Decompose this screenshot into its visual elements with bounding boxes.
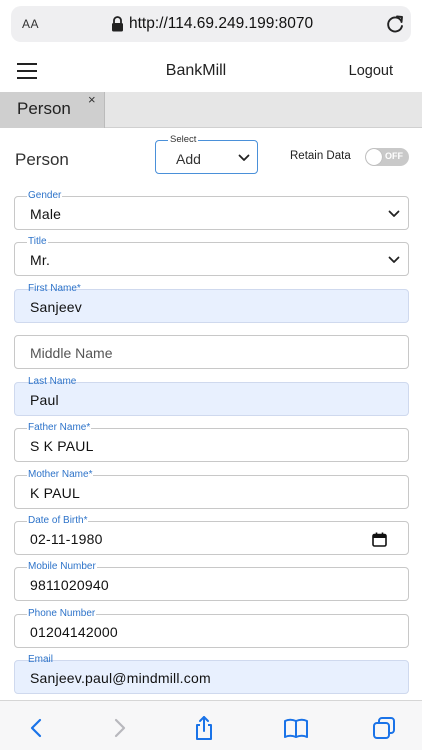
mobile-number-label: Mobile Number xyxy=(27,561,97,573)
title-label: Title xyxy=(27,236,48,248)
middle-name-placeholder: Middle Name xyxy=(30,345,113,361)
mother-name-value: K PAUL xyxy=(30,485,80,501)
mobile-number-field[interactable]: Mobile Number 9811020940 xyxy=(14,561,409,601)
close-icon[interactable]: × xyxy=(88,92,96,107)
title-value: Mr. xyxy=(30,252,51,268)
father-name-label: Father Name* xyxy=(27,422,92,434)
back-icon[interactable] xyxy=(24,715,50,741)
last-name-field[interactable]: Last Name Paul xyxy=(14,376,409,416)
last-name-value: Paul xyxy=(30,392,59,408)
brand-title: BankMill xyxy=(165,62,227,79)
toggle-state-text: OFF xyxy=(385,151,403,161)
email-field[interactable]: Email Sanjeev.paul@mindmill.com xyxy=(14,654,409,694)
app-header: BankMill Logout xyxy=(0,50,422,92)
text-size-button[interactable]: AA xyxy=(22,17,39,31)
father-name-field[interactable]: Father Name* S K PAUL xyxy=(14,422,409,462)
chevron-down-icon xyxy=(238,154,250,161)
toggle-knob xyxy=(366,149,382,165)
retain-data-toggle[interactable]: OFF xyxy=(365,148,409,166)
first-name-label: First Name* xyxy=(28,283,81,294)
phone-number-label: Phone Number xyxy=(27,608,97,620)
email-label: Email xyxy=(28,654,54,665)
gender-label: Gender xyxy=(27,190,63,202)
tab-label: Person xyxy=(17,99,71,118)
last-name-label: Last Name xyxy=(28,376,77,387)
email-value: Sanjeev.paul@mindmill.com xyxy=(30,670,211,686)
gender-value: Male xyxy=(30,206,62,222)
mother-name-field[interactable]: Mother Name* K PAUL xyxy=(14,469,409,509)
tabs-icon[interactable] xyxy=(371,715,397,741)
date-of-birth-label: Date of Birth* xyxy=(27,515,89,527)
reload-icon[interactable] xyxy=(384,13,406,35)
phone-number-field[interactable]: Phone Number 01204142000 xyxy=(14,608,409,648)
tab-person[interactable]: Person × xyxy=(0,92,105,128)
mode-select-value: Add xyxy=(176,151,201,167)
title-select[interactable]: Title Mr. xyxy=(14,236,409,276)
bookmarks-icon[interactable] xyxy=(283,715,309,741)
date-of-birth-value: 02-11-1980 xyxy=(30,531,103,547)
address-bar[interactable]: AA http://114.69.249.199:8070 xyxy=(11,6,411,42)
share-icon[interactable] xyxy=(191,715,217,741)
gender-select[interactable]: Gender Male xyxy=(14,190,409,230)
first-name-field[interactable]: First Name* Sanjeev xyxy=(14,283,409,323)
calendar-icon[interactable] xyxy=(372,532,387,547)
mother-name-label: Mother Name* xyxy=(27,469,94,481)
middle-name-field[interactable]: Middle Name xyxy=(14,335,409,369)
chevron-down-icon xyxy=(388,256,400,263)
lock-icon xyxy=(112,16,123,32)
browser-address-area: AA http://114.69.249.199:8070 xyxy=(0,0,422,50)
url-text[interactable]: http://114.69.249.199:8070 xyxy=(129,15,313,33)
retain-data-label: Retain Data xyxy=(290,150,351,162)
logout-link[interactable]: Logout xyxy=(349,63,393,79)
form-title: Person xyxy=(15,150,69,169)
phone-number-value: 01204142000 xyxy=(30,624,118,640)
father-name-value: S K PAUL xyxy=(30,438,94,454)
date-of-birth-field[interactable]: Date of Birth* 02-11-1980 xyxy=(14,515,409,555)
tab-strip: Person × xyxy=(0,92,422,128)
first-name-value: Sanjeev xyxy=(30,299,82,315)
mode-select[interactable]: Select Add xyxy=(155,134,258,174)
chevron-down-icon xyxy=(388,210,400,217)
mode-select-legend: Select xyxy=(168,134,199,145)
browser-toolbar xyxy=(0,700,422,750)
forward-icon[interactable] xyxy=(106,715,132,741)
mobile-number-value: 9811020940 xyxy=(30,577,109,593)
